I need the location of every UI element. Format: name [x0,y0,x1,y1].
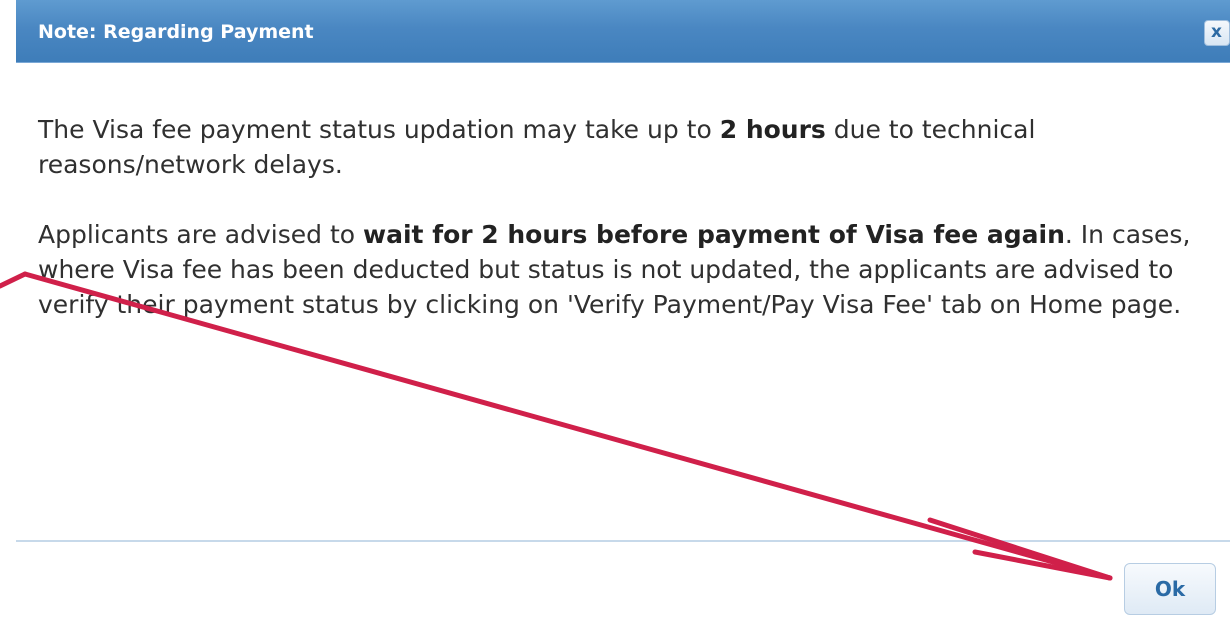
paragraph-2-text-start: Applicants are advised to [38,220,363,249]
ok-button[interactable]: Ok [1124,563,1216,615]
dialog-titlebar: Note: Regarding Payment x [16,0,1230,63]
paragraph-1-text-start: The Visa fee payment status updation may… [38,115,720,144]
message-paragraph-1: The Visa fee payment status updation may… [38,112,1230,182]
paragraph-2-bold: wait for 2 hours before payment of Visa … [363,220,1065,249]
dialog-title: Note: Regarding Payment [38,21,314,43]
close-button[interactable]: x [1204,20,1230,46]
payment-note-dialog: Note: Regarding Payment x The Visa fee p… [16,0,1230,623]
dialog-message: The Visa fee payment status updation may… [38,112,1230,357]
paragraph-1-bold: 2 hours [719,115,826,144]
close-icon: x [1211,22,1222,42]
ok-button-label: Ok [1154,577,1186,601]
footer-divider [16,540,1230,542]
message-paragraph-2: Applicants are advised to wait for 2 hou… [38,217,1230,322]
